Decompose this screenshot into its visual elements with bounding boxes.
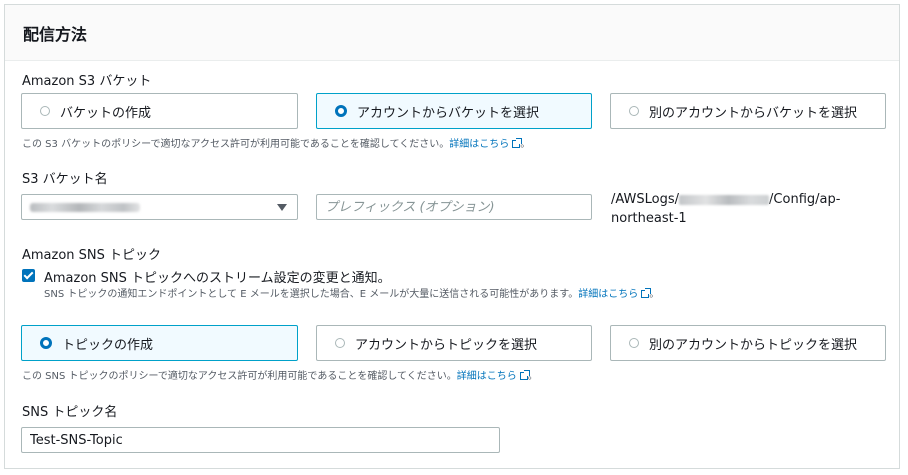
radio-icon (629, 106, 639, 116)
redacted-account-id (679, 194, 770, 205)
sns-policy-hint-text: この SNS トピックのポリシーで適切なアクセス許可が利用可能であることを確認し… (22, 371, 457, 382)
sns-notify-learn-more-link[interactable]: 詳細はこちら (578, 288, 652, 300)
sns-option-label: アカウントからトピックを選択 (355, 337, 538, 353)
sns-option-label: 別のアカウントからトピックを選択 (649, 337, 858, 353)
s3-policy-hint: この S3 バケットのポリシーで適切なアクセス許可が利用可能であることを確認して… (22, 135, 530, 150)
sns-notify-checkbox-label: Amazon SNS トピックへのストリーム設定の変更と通知。 (44, 271, 391, 286)
s3-bucket-name-select[interactable] (21, 194, 298, 220)
panel-header: 配信方法 (5, 5, 899, 61)
sns-option-create-topic[interactable]: トピックの作成 (21, 325, 298, 361)
radio-icon (40, 106, 50, 116)
s3-option-label: バケットの作成 (60, 105, 152, 121)
sns-option-select-from-other-account[interactable]: 別のアカウントからトピックを選択 (610, 325, 886, 361)
sns-topic-name-input[interactable] (21, 427, 500, 453)
link-text: 詳細はこちら (456, 371, 517, 382)
prefix-input[interactable] (316, 194, 592, 220)
radio-icon (629, 338, 639, 348)
sns-learn-more-link[interactable]: 詳細はこちら (456, 370, 530, 382)
s3-option-select-from-other-account[interactable]: 別のアカウントからバケットを選択 (610, 93, 886, 129)
external-link-icon (519, 370, 530, 380)
log-path-preview: /AWSLogs//Config/ap-northeast-1 (611, 190, 851, 228)
sns-notify-hint: SNS トピックの通知エンドポイントとして E メールを選択した場合、E メール… (44, 285, 659, 300)
sns-topic-name-label: SNS トピック名 (22, 405, 118, 420)
radio-selected-icon (40, 337, 52, 349)
link-text: 詳細はこちら (449, 139, 510, 150)
external-link-icon (641, 288, 652, 298)
sns-option-select-from-account[interactable]: アカウントからトピックを選択 (316, 325, 592, 361)
redacted-bucket-name (30, 203, 140, 212)
radio-selected-icon (335, 105, 347, 117)
sns-notify-checkbox[interactable] (22, 269, 35, 282)
s3-option-label: 別のアカウントからバケットを選択 (649, 105, 858, 121)
panel-title: 配信方法 (23, 25, 88, 44)
external-link-icon (512, 138, 523, 148)
sns-topic-label: Amazon SNS トピック (22, 248, 162, 263)
s3-bucket-label: Amazon S3 バケット (22, 74, 152, 89)
sns-policy-hint: この SNS トピックのポリシーで適切なアクセス許可が利用可能であることを確認し… (22, 367, 538, 382)
s3-option-label: アカウントからバケットを選択 (357, 105, 540, 121)
s3-policy-hint-text: この S3 バケットのポリシーで適切なアクセス許可が利用可能であることを確認して… (22, 139, 450, 150)
sns-notify-hint-text: SNS トピックの通知エンドポイントとして E メールを選択した場合、E メール… (44, 289, 579, 300)
s3-option-select-from-account[interactable]: アカウントからバケットを選択 (316, 93, 592, 129)
radio-icon (335, 338, 345, 348)
caret-down-icon (277, 204, 287, 211)
s3-bucket-name-label: S3 バケット名 (22, 172, 108, 187)
s3-learn-more-link[interactable]: 詳細はこちら (449, 138, 523, 150)
s3-option-create-bucket[interactable]: バケットの作成 (21, 93, 298, 129)
path-prefix: /AWSLogs/ (611, 192, 680, 207)
link-text: 詳細はこちら (578, 289, 639, 300)
sns-option-label: トピックの作成 (62, 337, 154, 353)
